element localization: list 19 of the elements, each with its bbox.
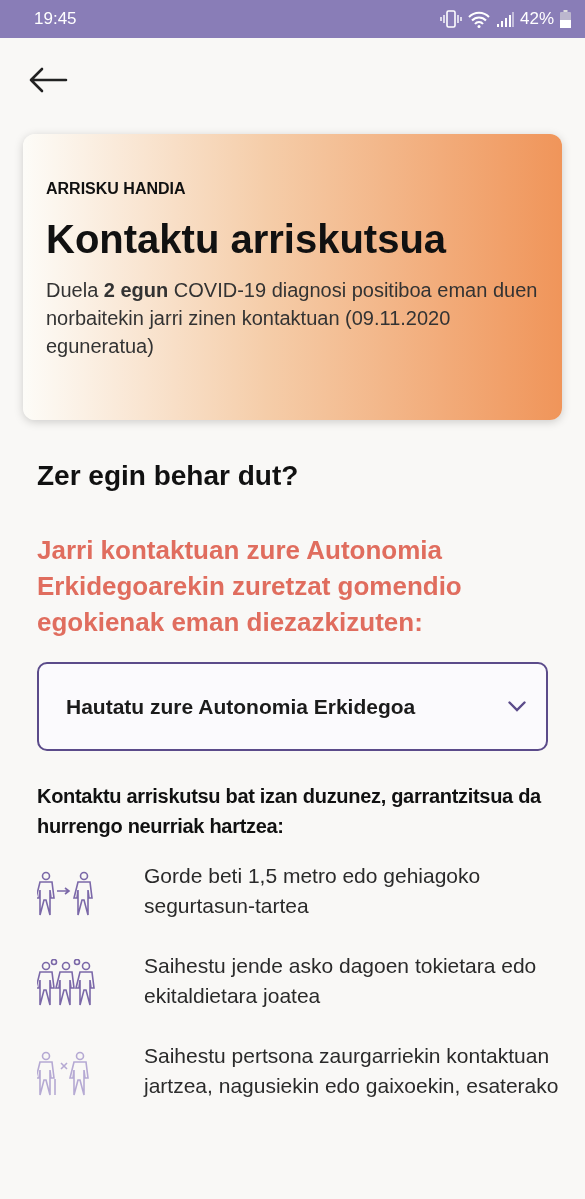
risk-description: Duela 2 egun COVID-19 diagnosi positiboa eman duen norbaitekin jarri zinen kontaktuan (09.11.2020 eguneratua): [46, 278, 539, 359]
chevron-down-icon: [508, 701, 526, 712]
clock-time: 19:45: [34, 9, 77, 29]
risk-level-label: ARRISKU HANDIA: [46, 180, 187, 198]
section-title: Zer egin behar dut?: [37, 459, 300, 493]
battery-percentage: 42%: [519, 9, 554, 29]
measures-intro: Kontaktu arriskutsu bat izan duzunez, garrantzitsua da hurrengo neurriak hartzea:: [37, 784, 543, 839]
wifi-icon: [467, 10, 490, 28]
advice-text: Jarri kontaktuan zure Autonomia Erkidegoarekin zuretzat gomendio egokienak eman diezazkizuten:: [37, 534, 463, 639]
vibrate-icon: [439, 10, 462, 28]
crowd-icon: [37, 959, 95, 1007]
people-distance-icon: [37, 869, 95, 917]
battery-icon: [560, 10, 571, 28]
region-dropdown[interactable]: Hautatu zure Autonomia Erkidegoa: [37, 662, 548, 751]
measure-text: Saihestu pertsona zaurgarriekin kontaktuan jartzea, nagusiekin edo gaixoekin, esaterako: [144, 1043, 560, 1099]
measure-text: Gorde beti 1,5 metro edo gehiagoko segurtasun-tartea: [144, 863, 482, 919]
signal-icon: [495, 10, 514, 28]
measure-text: Saihestu jende asko dagoen tokietara edo ekitaldietara joatea: [144, 953, 538, 1009]
risk-title: Kontaktu arriskutsua: [46, 216, 448, 263]
